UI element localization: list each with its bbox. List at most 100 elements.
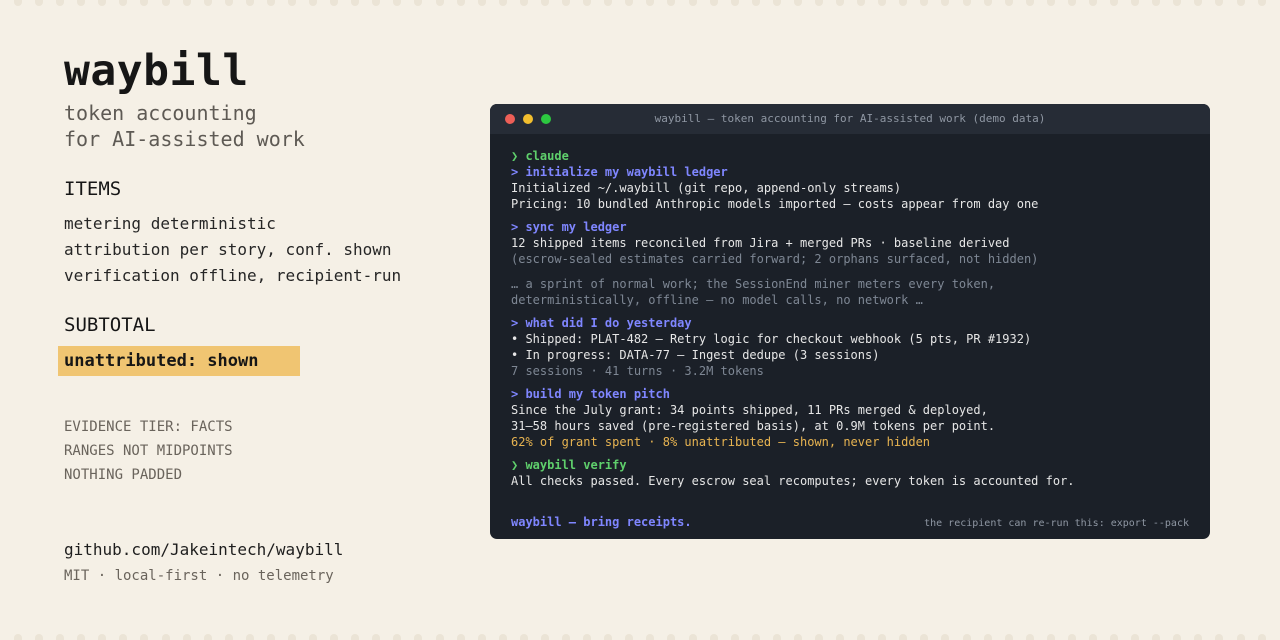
command-text: initialize my waybill ledger xyxy=(525,165,728,179)
perforation-notch xyxy=(56,0,65,6)
perforation-notch xyxy=(604,634,613,640)
muted-line: 7 sessions · 41 turns · 3.2M tokens xyxy=(511,364,764,378)
terminal-title: waybill — token accounting for AI-assist… xyxy=(654,112,1046,125)
perforation-notch xyxy=(351,634,360,640)
perforation-notch xyxy=(288,634,297,640)
perforation-notch xyxy=(245,0,254,6)
perforation-notch xyxy=(35,0,44,6)
tagline: token accounting for AI-assisted work xyxy=(64,100,464,152)
perforation-notch xyxy=(1215,0,1224,6)
prompt-caret-icon: > xyxy=(511,316,526,330)
perforation-notch xyxy=(1236,634,1245,640)
evidence-line: RANGES NOT MIDPOINTS xyxy=(64,443,233,459)
warning-line: 62% of grant spent · 8% unattributed — s… xyxy=(511,435,931,449)
evidence-notes: EVIDENCE TIER: FACTS RANGES NOT MIDPOINT… xyxy=(64,415,233,487)
perforation-notch xyxy=(1088,634,1097,640)
perforation-notch xyxy=(98,0,107,6)
perforation-notch xyxy=(920,0,929,6)
list-item: verification offline, recipient-run xyxy=(64,266,402,285)
perforation-notch xyxy=(1257,634,1266,640)
perforation-notch xyxy=(1067,634,1076,640)
output-line: 12 shipped items reconciled from Jira + … xyxy=(511,236,1010,250)
perforation-notch xyxy=(667,634,676,640)
prompt-caret-icon: > xyxy=(511,165,526,179)
perforation-notch xyxy=(1088,0,1097,6)
perforation-notch xyxy=(224,634,233,640)
list-item: metering deterministic xyxy=(64,214,276,233)
perforation-notch xyxy=(1194,634,1203,640)
perforation-notch xyxy=(562,634,571,640)
list-item: attribution per story, conf. shown xyxy=(64,240,392,259)
evidence-line: NOTHING PADDED xyxy=(64,467,183,483)
perforation-notch xyxy=(1110,0,1119,6)
perforation-notch xyxy=(309,634,318,640)
brand-title: waybill xyxy=(64,46,249,96)
perforation-notch xyxy=(266,0,275,6)
perforation-notch xyxy=(1025,0,1034,6)
perforation-notch xyxy=(393,634,402,640)
perforation-notch xyxy=(814,0,823,6)
items-heading: ITEMS xyxy=(64,178,122,200)
perforation-notch xyxy=(77,634,86,640)
perforation-notch xyxy=(1067,0,1076,6)
perforation-notch xyxy=(56,634,65,640)
perforation-notch xyxy=(688,634,697,640)
perforation-notch xyxy=(519,634,528,640)
perforation-notch xyxy=(1131,634,1140,640)
perforation-notch xyxy=(1046,634,1055,640)
perforation-notch xyxy=(1236,0,1245,6)
perforation-notch xyxy=(941,634,950,640)
command-text: sync my ledger xyxy=(525,220,627,234)
items-list: metering deterministic attribution per s… xyxy=(64,211,401,289)
perforation-notch xyxy=(393,0,402,6)
perforation-notch xyxy=(793,0,802,6)
perforation-notch xyxy=(351,0,360,6)
perforation-notch xyxy=(1110,634,1119,640)
perforation-notch xyxy=(266,634,275,640)
perforation-notch xyxy=(203,0,212,6)
command-line: > build my token pitch xyxy=(511,386,1189,402)
perforation-notch xyxy=(498,634,507,640)
perforation-notch xyxy=(372,634,381,640)
command-line: > what did I do yesterday xyxy=(511,315,1189,331)
unattributed-highlight: unattributed: shown xyxy=(58,346,300,376)
tagline-line: for AI-assisted work xyxy=(64,127,305,151)
perforation-notch xyxy=(646,634,655,640)
repo-meta: MIT · local-first · no telemetry xyxy=(64,568,334,584)
perforation-notch xyxy=(751,634,760,640)
perforation-notch xyxy=(730,634,739,640)
perforation-notch xyxy=(498,0,507,6)
perforation-notch xyxy=(688,0,697,6)
perforation-notch xyxy=(14,634,22,640)
terminal-window: waybill — token accounting for AI-assist… xyxy=(490,104,1210,539)
perforation-notch xyxy=(751,0,760,6)
perforation-notch xyxy=(1131,0,1140,6)
footer-hint: the recipient can re-run this: export --… xyxy=(924,518,1189,529)
perforation-notch xyxy=(35,634,44,640)
subtotal-heading: SUBTOTAL xyxy=(64,314,156,336)
perforation-notch xyxy=(646,0,655,6)
output-line: All checks passed. Every escrow seal rec… xyxy=(511,474,1075,488)
perforation-notch xyxy=(583,634,592,640)
output-line: 31–58 hours saved (pre-registered basis)… xyxy=(511,419,996,433)
perforation-notch xyxy=(1025,634,1034,640)
repo-link[interactable]: github.com/Jakeintech/waybill xyxy=(64,540,343,559)
narration-line: … a sprint of normal work; the SessionEn… xyxy=(511,277,996,291)
prompt-caret-icon: > xyxy=(511,387,526,401)
perforation-notch xyxy=(562,0,571,6)
perforation-notch xyxy=(477,0,486,6)
perforation-notch xyxy=(456,0,465,6)
perforation-notch xyxy=(730,0,739,6)
perforation-notch xyxy=(140,0,149,6)
perforation-notch xyxy=(878,0,887,6)
perforation-notch xyxy=(224,0,233,6)
perforation-notch xyxy=(288,0,297,6)
perforation-notch xyxy=(962,0,971,6)
perforation-notch xyxy=(1173,634,1182,640)
perforation-notch xyxy=(857,634,866,640)
perforation-notch xyxy=(140,634,149,640)
perforation-notch xyxy=(772,0,781,6)
perforation-bottom xyxy=(0,634,1280,640)
output-line: Initialized ~/.waybill (git repo, append… xyxy=(511,181,902,195)
perforation-notch xyxy=(161,0,170,6)
